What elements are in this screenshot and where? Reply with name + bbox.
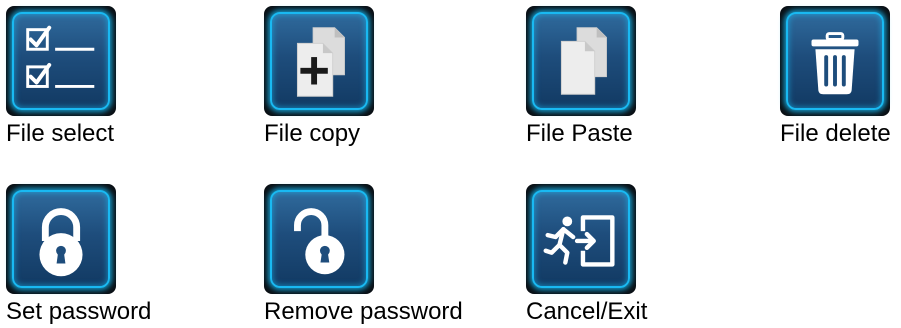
cancel-exit-label: Cancel/Exit (526, 298, 648, 325)
button-frame (270, 190, 368, 288)
file-paste-button[interactable] (526, 6, 636, 116)
remove-password-button[interactable] (264, 184, 374, 294)
exit-icon (543, 215, 615, 267)
trash-icon (811, 32, 859, 95)
button-frame (12, 190, 110, 288)
file-paste-label: File Paste (526, 120, 633, 147)
set-password-label: Set password (6, 298, 152, 325)
checklist-icon (26, 25, 95, 88)
lock-closed-icon (39, 208, 83, 277)
button-frame (270, 12, 368, 110)
button-frame (532, 190, 630, 288)
set-password-button[interactable] (6, 184, 116, 294)
button-frame (532, 12, 630, 110)
file-copy-button[interactable] (264, 6, 374, 116)
file-copy-label: File copy (264, 120, 361, 147)
file-select-label: File select (6, 120, 115, 147)
file-paste-icon (560, 27, 607, 95)
button-frame (12, 12, 110, 110)
file-copy-icon (296, 27, 345, 97)
lock-open-icon (294, 208, 345, 275)
file-delete-button[interactable] (780, 6, 890, 116)
remove-password-label: Remove password (264, 298, 463, 325)
file-select-button[interactable] (6, 6, 116, 116)
button-frame (786, 12, 884, 110)
cancel-exit-button[interactable] (526, 184, 636, 294)
file-delete-label: File delete (780, 120, 891, 147)
